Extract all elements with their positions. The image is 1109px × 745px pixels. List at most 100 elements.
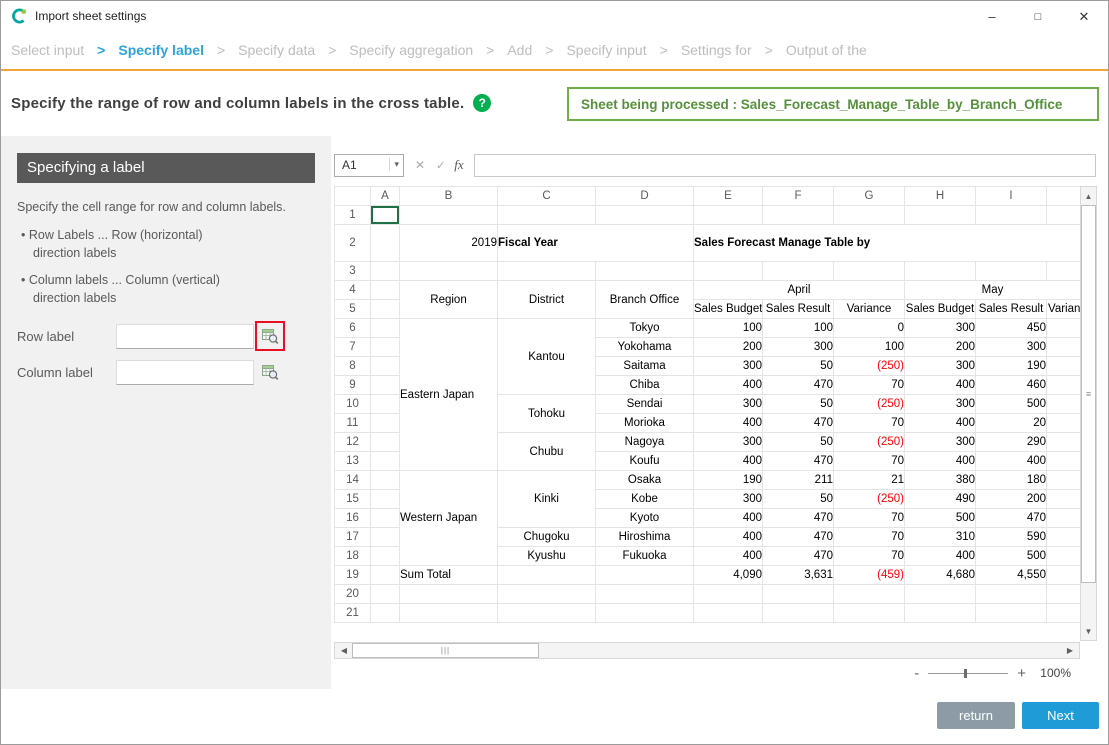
row-header-20[interactable]: 20 [335, 585, 371, 604]
value-cell[interactable]: 20 [976, 414, 1047, 433]
value-cell[interactable]: 300 [694, 433, 763, 452]
grid-cell[interactable] [694, 262, 763, 281]
sheet-title-cell[interactable]: Sales Forecast Manage Table by [694, 225, 1081, 262]
value-cell[interactable]: 100 [763, 319, 834, 338]
value-cell[interactable]: 500 [905, 509, 976, 528]
value-cell[interactable]: 400 [694, 376, 763, 395]
value-cell[interactable]: 400 [694, 414, 763, 433]
value-cell[interactable]: 300 [694, 395, 763, 414]
grid-cell[interactable] [694, 604, 763, 623]
grid-cell[interactable] [371, 414, 400, 433]
grid-cell[interactable] [834, 604, 905, 623]
grid-cell[interactable] [400, 206, 498, 225]
value-cell[interactable]: 400 [905, 452, 976, 471]
grid-cell[interactable] [371, 566, 400, 585]
value-cell[interactable]: 190 [694, 471, 763, 490]
sub-header-cell[interactable]: Variance [834, 300, 905, 319]
grid-cell[interactable] [905, 262, 976, 281]
value-cell[interactable]: 470 [976, 509, 1047, 528]
grid-cell[interactable] [763, 585, 834, 604]
next-button[interactable]: Next [1022, 702, 1099, 729]
scroll-right-icon[interactable]: ▶ [1062, 643, 1078, 658]
grid-cell[interactable] [371, 471, 400, 490]
branch-cell[interactable]: Morioka [596, 414, 694, 433]
grid-cell[interactable] [371, 547, 400, 566]
value-cell[interactable] [1047, 471, 1081, 490]
branch-cell[interactable]: Kobe [596, 490, 694, 509]
value-cell[interactable] [1047, 395, 1081, 414]
value-cell[interactable]: 300 [905, 395, 976, 414]
selected-cell-A1[interactable] [371, 206, 400, 225]
sum-value-cell[interactable]: (459) [834, 566, 905, 585]
grid-cell[interactable] [498, 604, 596, 623]
branch-office-header-cell[interactable]: Branch Office [596, 281, 694, 319]
grid-cell[interactable] [371, 604, 400, 623]
value-cell[interactable]: 400 [694, 547, 763, 566]
grid-cell[interactable] [596, 604, 694, 623]
branch-cell[interactable]: Chiba [596, 376, 694, 395]
column-header-A[interactable]: A [371, 187, 400, 206]
grid-cell[interactable] [694, 206, 763, 225]
horizontal-scrollbar[interactable]: ◀ ||| ▶ [334, 642, 1080, 659]
zoom-slider-thumb[interactable] [964, 669, 967, 678]
value-cell[interactable] [1047, 490, 1081, 509]
value-cell[interactable] [1047, 376, 1081, 395]
value-cell[interactable]: 200 [694, 338, 763, 357]
value-cell[interactable] [1047, 319, 1081, 338]
grid-cell[interactable] [371, 300, 400, 319]
grid-cell[interactable] [371, 528, 400, 547]
value-cell[interactable]: 100 [834, 338, 905, 357]
value-cell[interactable]: 500 [976, 547, 1047, 566]
may-header-cell[interactable]: May [905, 281, 1081, 300]
scroll-down-icon[interactable]: ▼ [1081, 623, 1096, 639]
value-cell[interactable]: 0 [834, 319, 905, 338]
row-header-9[interactable]: 9 [335, 376, 371, 395]
value-cell[interactable] [1047, 338, 1081, 357]
region-header-cell[interactable]: Region [400, 281, 498, 319]
column-header-D[interactable]: D [596, 187, 694, 206]
name-box[interactable]: A1 ▾ [334, 154, 404, 177]
grid-cell[interactable] [498, 262, 596, 281]
row-header-7[interactable]: 7 [335, 338, 371, 357]
sub-header-cell[interactable]: Sales Result [976, 300, 1047, 319]
cancel-entry-icon[interactable]: ✕ [415, 158, 425, 172]
region-cell[interactable]: Eastern Japan [400, 319, 498, 471]
value-cell[interactable]: 290 [976, 433, 1047, 452]
value-cell[interactable] [1047, 509, 1081, 528]
help-icon[interactable]: ? [473, 94, 491, 112]
value-cell[interactable]: 400 [694, 528, 763, 547]
value-cell[interactable]: 470 [763, 509, 834, 528]
value-cell[interactable]: 300 [976, 338, 1047, 357]
grid-cell[interactable] [976, 585, 1047, 604]
region-cell[interactable]: Western Japan [400, 471, 498, 566]
sum-value-cell[interactable]: 4,090 [694, 566, 763, 585]
column-header-I[interactable]: I [976, 187, 1047, 206]
value-cell[interactable]: 70 [834, 528, 905, 547]
name-box-dropdown-icon[interactable]: ▾ [389, 158, 401, 171]
value-cell[interactable]: 190 [976, 357, 1047, 376]
value-cell[interactable]: 21 [834, 471, 905, 490]
grid-cell[interactable] [1047, 262, 1081, 281]
column-header-partial[interactable] [1047, 187, 1081, 206]
value-cell[interactable]: 300 [694, 357, 763, 376]
value-cell[interactable]: 200 [976, 490, 1047, 509]
horizontal-scrollbar-thumb[interactable]: ||| [352, 643, 539, 658]
value-cell[interactable]: (250) [834, 395, 905, 414]
grid-cell[interactable] [400, 604, 498, 623]
branch-cell[interactable]: Yokohama [596, 338, 694, 357]
column-header-E[interactable]: E [694, 187, 763, 206]
grid-cell[interactable] [1047, 206, 1081, 225]
zoom-out-button[interactable]: - [914, 666, 919, 681]
district-header-cell[interactable]: District [498, 281, 596, 319]
column-header-H[interactable]: H [905, 187, 976, 206]
value-cell[interactable]: 470 [763, 414, 834, 433]
april-header-cell[interactable]: April [694, 281, 905, 300]
wizard-step-specify-aggregation[interactable]: Specify aggregation [349, 42, 473, 58]
grid-cell[interactable] [371, 395, 400, 414]
grid-cell[interactable] [596, 206, 694, 225]
grid-cell[interactable] [371, 376, 400, 395]
value-cell[interactable]: 470 [763, 452, 834, 471]
grid-cell[interactable] [400, 262, 498, 281]
branch-cell[interactable]: Hiroshima [596, 528, 694, 547]
value-cell[interactable]: 50 [763, 433, 834, 452]
